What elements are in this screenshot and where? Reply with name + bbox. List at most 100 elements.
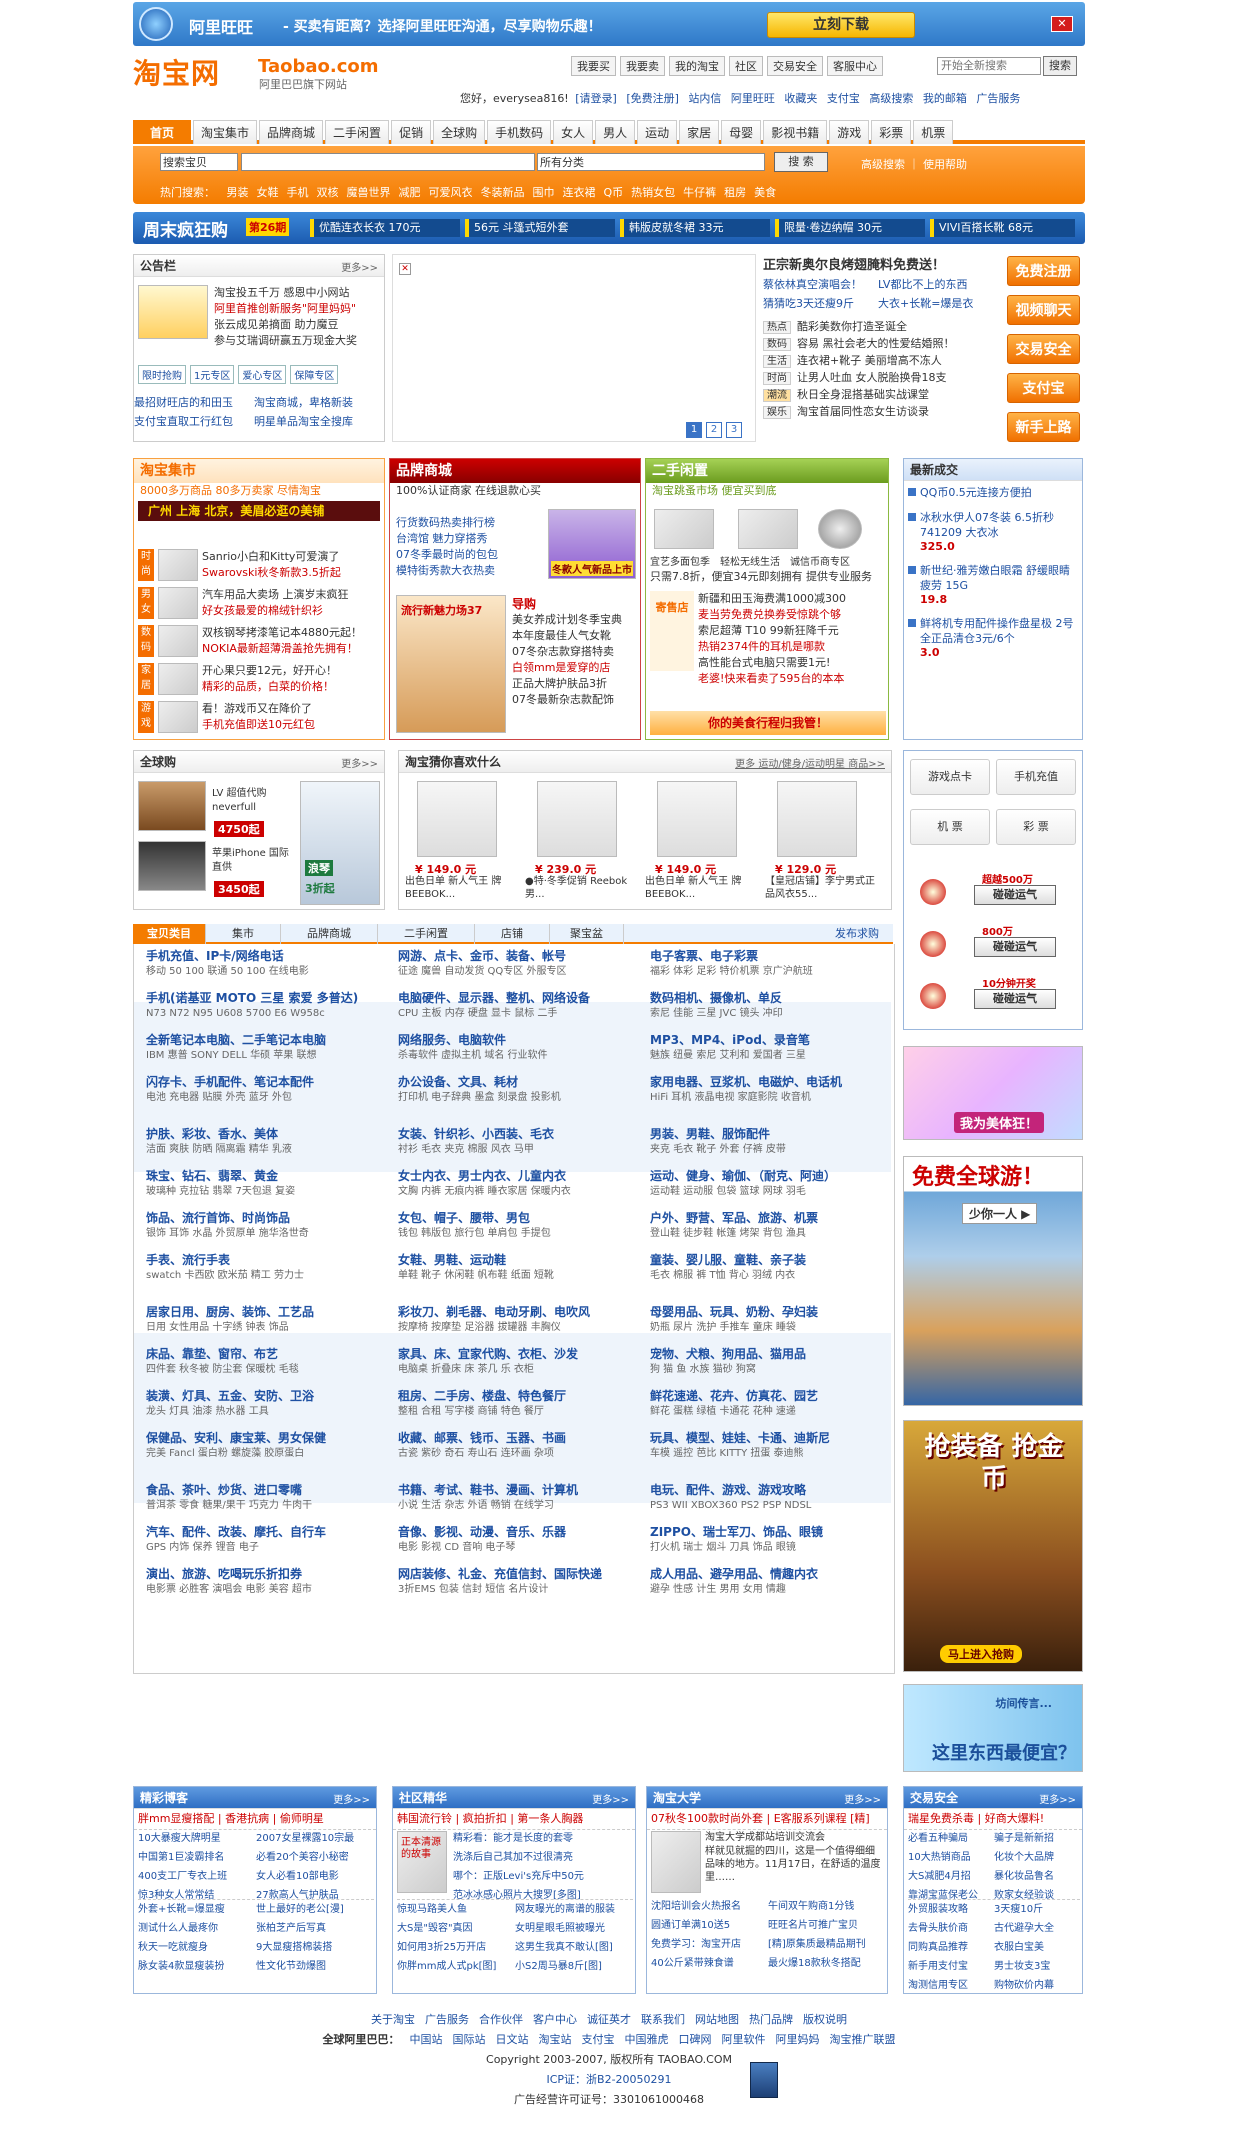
category-subs[interactable]: GPS 内饰 保养 锂音 电子: [146, 1540, 396, 1556]
category-title[interactable]: 饰品、流行首饰、时尚饰品: [146, 1210, 396, 1226]
category-subs[interactable]: 银饰 耳饰 水晶 外贸原单 施华洛世奇: [146, 1226, 396, 1242]
alibaba-link[interactable]: 淘宝推广联盟: [830, 2030, 896, 2050]
nav-tab[interactable]: 游戏: [829, 120, 870, 144]
category-title[interactable]: 收藏、邮票、钱币、玉器、书画: [398, 1430, 648, 1446]
shangcheng-badge-image[interactable]: 冬款人气新品上市: [548, 509, 636, 579]
hot-item[interactable]: 连衣裙: [563, 186, 596, 199]
message-link[interactable]: 站内信: [688, 92, 721, 105]
bottom-link[interactable]: 测试什么人最疼你: [138, 1921, 256, 1937]
alibaba-link[interactable]: 淘宝站: [539, 2030, 572, 2050]
category-subs[interactable]: 打印机 电子辞典 墨盒 刻录盘 投影机: [398, 1090, 648, 1106]
news-headline[interactable]: 正宗新奥尔良烤翅腌料免费送！: [763, 254, 1003, 273]
notice-link[interactable]: 最招财旺店的和田玉: [134, 395, 254, 411]
news-sub[interactable]: LV都比不上的东西: [878, 277, 993, 293]
xianzhi-cap[interactable]: 诚信币商专区: [790, 553, 850, 568]
travel-ad-button[interactable]: 少你一人 ▶: [962, 1203, 1038, 1224]
bottom-more[interactable]: 更多>>: [1039, 1791, 1076, 1806]
news-item[interactable]: 淘宝首届同性恋女生访谈录: [797, 405, 929, 418]
guide-link[interactable]: 本年度最佳人气女靴: [512, 628, 638, 644]
tab-jishi[interactable]: 集市: [206, 924, 281, 944]
guide-link[interactable]: 美女养成计划冬季宝典: [512, 612, 638, 628]
category-subs[interactable]: 魅族 纽曼 索尼 艾利和 爱国者 三星: [650, 1048, 900, 1064]
news-sub[interactable]: 猜猜吃3天还瘦9斤: [763, 296, 878, 312]
xianzhi-link[interactable]: 高性能台式电脑只需要1元!: [698, 655, 886, 671]
bottom-link[interactable]: 10大暴瘦大牌明星: [138, 1831, 256, 1847]
nav-tab[interactable]: 机票: [913, 120, 954, 144]
bottom-link[interactable]: 化妆个大品牌: [994, 1850, 1080, 1866]
nav-tab[interactable]: 男人: [595, 120, 636, 144]
tab-mall[interactable]: 品牌商城: [281, 924, 378, 944]
page-1[interactable]: 1: [686, 422, 702, 438]
guess-image[interactable]: [417, 781, 497, 857]
guess-desc[interactable]: 出色日单 新人气王 牌BEEBOK...: [405, 875, 515, 901]
bottom-image[interactable]: [651, 1831, 701, 1893]
category-subs[interactable]: 四件套 秋冬被 防尘套 保暖枕 毛毯: [146, 1362, 396, 1378]
promo-item[interactable]: 56元 斗篷式短外套: [465, 219, 615, 237]
notice-line[interactable]: 张云成见弟摘面 助力魔豆: [214, 317, 357, 333]
category-subs[interactable]: CPU 主板 内存 硬盘 显卡 鼠标 二手: [398, 1006, 648, 1022]
global-travel-ad[interactable]: 免费全球游！ 少你一人 ▶: [903, 1156, 1083, 1406]
xianzhi-cap[interactable]: 轻松无线生活: [720, 553, 780, 568]
category-title[interactable]: 手机充值、IP卡/网络电话: [146, 948, 396, 964]
bottom-link[interactable]: 洗涤后自己其加不过很清亮: [453, 1850, 633, 1866]
shangcheng-link[interactable]: 07冬季最时尚的包包: [396, 547, 546, 563]
category-title[interactable]: 彩妆刀、剃毛器、电动牙刷、电吹风: [398, 1304, 648, 1320]
category-title[interactable]: 音像、影视、动漫、音乐、乐器: [398, 1524, 648, 1540]
center-banner[interactable]: ✕: [392, 254, 756, 442]
alipay-button[interactable]: 支付宝: [1007, 373, 1080, 403]
hot-item[interactable]: 围巾: [533, 186, 555, 199]
xianzhi-link[interactable]: 热销2374件的耳机是哪款: [698, 639, 886, 655]
jishi-thumb[interactable]: [158, 701, 198, 733]
download-button[interactable]: 立刻下载: [767, 12, 915, 38]
jishi-cat[interactable]: 家居: [138, 663, 154, 695]
shangcheng-title[interactable]: 品牌商城: [390, 459, 640, 483]
category-subs[interactable]: 登山鞋 徒步鞋 帐篷 烤架 背包 渔具: [650, 1226, 900, 1242]
category-title[interactable]: MP3、MP4、iPod、录音笔: [650, 1032, 900, 1048]
category-title[interactable]: 全新笔记本电脑、二手笔记本电脑: [146, 1032, 396, 1048]
phone-recharge-button[interactable]: 手机充值: [996, 759, 1076, 795]
jishi-link[interactable]: Swarovski秋冬新款3.5折起: [202, 565, 382, 581]
advanced-search-link[interactable]: 高级搜索: [869, 92, 913, 105]
alibaba-link[interactable]: 国际站: [453, 2030, 486, 2050]
latest-link[interactable]: 鲜将机专用配件操作盘星极 2号全正品清仓3元/6个: [920, 616, 1078, 646]
global-item[interactable]: LV 超值代购 neverfull: [212, 787, 292, 815]
bottom-link[interactable]: 网友曝光的离谱的服装: [515, 1902, 633, 1918]
tab-categories[interactable]: 宝贝类目: [133, 924, 206, 944]
bottom-link[interactable]: 外套+长靴=爆显瘦: [138, 1902, 256, 1918]
bottom-link[interactable]: 张柏芝产后写真: [256, 1921, 374, 1937]
notice-tag[interactable]: 限时抢购: [138, 365, 186, 384]
latest-link[interactable]: QQ币0.5元连接方便拍: [920, 485, 1078, 500]
bottom-link[interactable]: 圆通订单满10送5: [651, 1918, 768, 1934]
footer-link[interactable]: 广告服务: [425, 2010, 469, 2030]
alipay-link[interactable]: 支付宝: [827, 92, 860, 105]
category-subs[interactable]: 小说 生活 杂志 外语 畅销 在线学习: [398, 1498, 648, 1514]
nav-tab[interactable]: 母婴: [721, 120, 762, 144]
bottom-link[interactable]: 新手用支付宝: [908, 1959, 994, 1975]
flight-ticket-button[interactable]: 机 票: [910, 809, 990, 845]
top-search-button[interactable]: 搜索: [1043, 56, 1077, 76]
nav-tab[interactable]: 二手闲置: [325, 120, 390, 144]
game-card-button[interactable]: 游戏点卡: [910, 759, 990, 795]
xianzhi-link[interactable]: 麦当劳免费兑换券受惊跳个够: [698, 607, 886, 623]
shangcheng-link[interactable]: 模特街秀款大衣热卖: [396, 563, 546, 579]
notice-image[interactable]: [138, 285, 208, 339]
category-title[interactable]: 食品、茶叶、炒货、进口零嘴: [146, 1482, 396, 1498]
search-scope-select[interactable]: 搜索宝贝: [160, 153, 238, 171]
category-subs[interactable]: N73 N72 N95 U608 5700 E6 W958c: [146, 1006, 396, 1022]
toplink[interactable]: 社区: [729, 56, 763, 76]
category-subs[interactable]: IBM 惠普 SONY DELL 华硕 苹果 联想: [146, 1048, 396, 1064]
notice-more[interactable]: 更多>>: [341, 259, 378, 274]
notice-tag[interactable]: 保障专区: [290, 365, 339, 384]
game-ad-button[interactable]: 马上进入抢购: [940, 1645, 1022, 1663]
bottom-link[interactable]: 大S减肥4月招: [908, 1869, 994, 1885]
nav-tab[interactable]: 彩票: [871, 120, 912, 144]
toplink[interactable]: 我的淘宝: [669, 56, 725, 76]
bottom-link[interactable]: 古代避孕大全: [994, 1921, 1080, 1937]
news-item[interactable]: 秋日全身混搭基础实战课堂: [797, 388, 929, 401]
tab-secondhand[interactable]: 二手闲置: [378, 924, 475, 944]
toplink[interactable]: 我要卖: [620, 56, 665, 76]
news-item[interactable]: 让男人吐血 女人脱胎换骨18支: [797, 371, 947, 384]
video-chat-button[interactable]: 视频聊天: [1007, 295, 1080, 325]
category-subs[interactable]: swatch 卡西欧 欧米茄 精工 劳力士: [146, 1268, 396, 1284]
lv-bag-image[interactable]: [138, 781, 206, 831]
